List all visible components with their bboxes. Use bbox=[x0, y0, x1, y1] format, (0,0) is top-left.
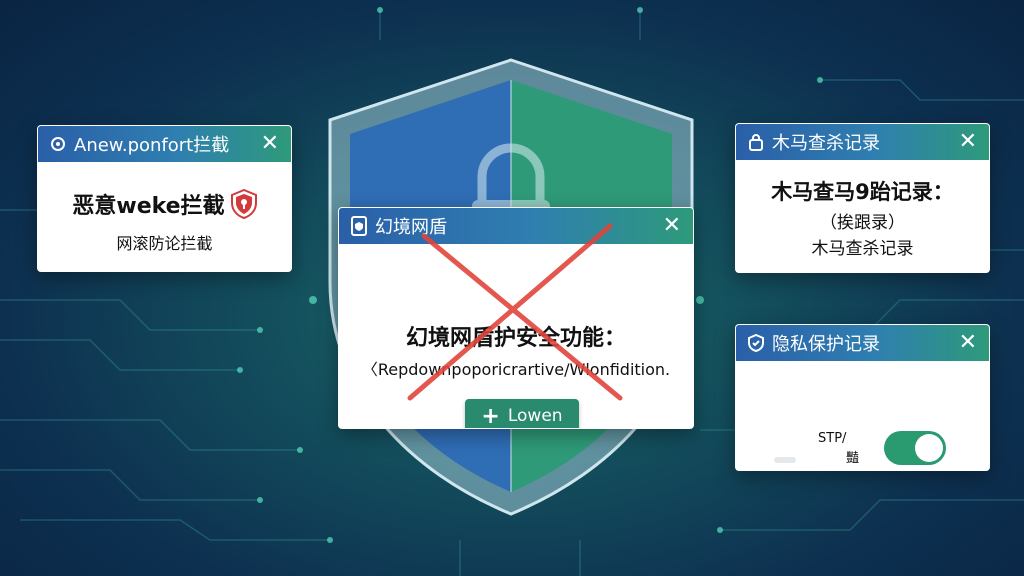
privacy-label: STP/ bbox=[818, 431, 847, 446]
card-title: Anew.ponfort拦截 bbox=[74, 135, 230, 156]
toggle-knob bbox=[915, 434, 943, 462]
settings-gear-icon bbox=[48, 134, 68, 154]
lock-icon bbox=[746, 132, 766, 152]
card-title: 隐私保护记录 bbox=[772, 334, 880, 355]
card-header: 隐私保护记录 ✕ bbox=[736, 325, 989, 361]
lowen-button[interactable]: + Lowen bbox=[465, 399, 579, 429]
document-shield-icon bbox=[349, 216, 369, 236]
feature-headline: 幻境网盾护安全功能： bbox=[405, 326, 626, 351]
shield-keyhole-icon bbox=[230, 189, 257, 219]
privacy-protection-card: 隐私保护记录 ✕ STP/ 豔 bbox=[735, 324, 990, 471]
illusion-shield-card: 幻境网盾 ✕ 幻境网盾护安全功能： 〈Repdownpoporicrartive… bbox=[338, 207, 694, 429]
lowen-button-label: Lowen bbox=[507, 406, 563, 426]
close-button[interactable]: ✕ bbox=[259, 133, 281, 155]
trojan-record-note: （挨跟录） bbox=[820, 213, 905, 233]
privacy-label-secondary: 豔 bbox=[846, 451, 860, 466]
card-title: 幻境网盾 bbox=[375, 217, 447, 238]
close-button[interactable]: ✕ bbox=[661, 215, 683, 237]
feature-description: 〈Repdownpoporicrartive/Wlonfidition. bbox=[361, 360, 671, 379]
card-header: Anew.ponfort拦截 ✕ bbox=[38, 126, 291, 162]
block-headline: 恶意weke拦截 bbox=[72, 194, 225, 219]
card-header: 木马查杀记录 ✕ bbox=[736, 124, 989, 160]
block-subtitle: 网滚防论拦截 bbox=[116, 234, 213, 253]
placeholder-bar bbox=[774, 457, 796, 463]
trojan-record-headline: 木马查马9跆记录： bbox=[771, 180, 954, 204]
shield-check-icon bbox=[746, 333, 766, 353]
close-button[interactable]: ✕ bbox=[957, 332, 979, 354]
plus-icon: + bbox=[481, 403, 500, 429]
trojan-scan-record-card: 木马查杀记录 ✕ 木马查马9跆记录： （挨跟录） 木马查杀记录 bbox=[735, 123, 990, 273]
close-button[interactable]: ✕ bbox=[957, 131, 979, 153]
trojan-record-link: 木马查杀记录 bbox=[811, 239, 914, 259]
card-title: 木马查杀记录 bbox=[772, 133, 880, 154]
malicious-web-block-card: Anew.ponfort拦截 ✕ 恶意weke拦截 网滚防论拦截 bbox=[37, 125, 292, 272]
privacy-toggle[interactable] bbox=[884, 431, 946, 465]
card-header: 幻境网盾 ✕ bbox=[339, 208, 693, 244]
